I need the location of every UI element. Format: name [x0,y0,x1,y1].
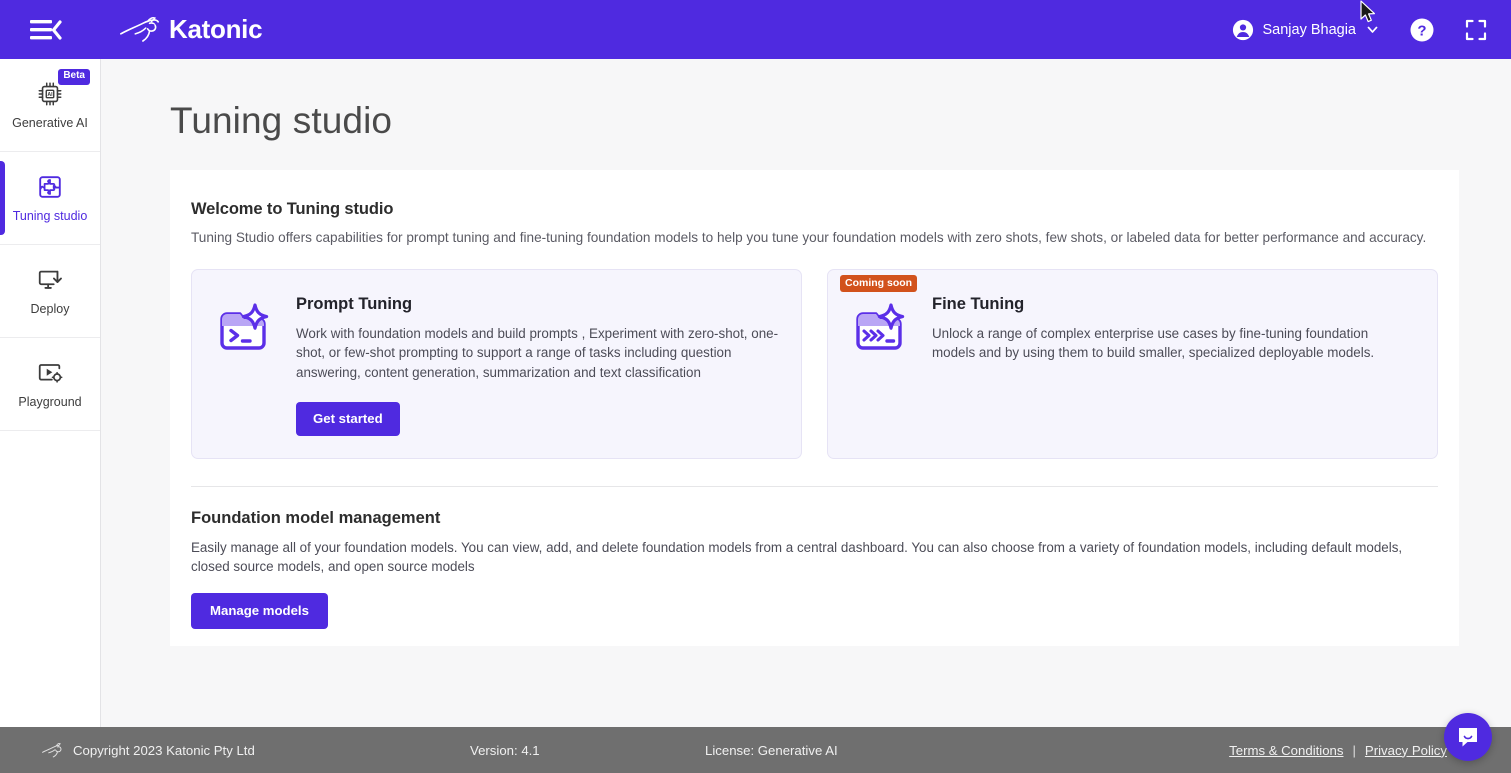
chevron-down-icon [1367,26,1378,33]
body-row: Beta AI Generative AI Tuning studio Depl… [0,59,1511,727]
sidebar-item-label: Generative AI [12,116,88,131]
kangaroo-logo-icon [42,743,62,758]
card-title: Prompt Tuning [296,294,413,313]
card-text: Unlock a range of complex enterprise use… [932,325,1375,361]
footer-license: License: Generative AI [705,742,838,758]
terminal-chevrons-sparkle-icon [856,303,905,350]
sidebar-item-label: Playground [18,395,82,410]
main-content: Tuning studio Welcome to Tuning studio T… [101,59,1511,727]
section-divider [191,485,1438,487]
footer-copyright-group: Copyright 2023 Katonic Pty Ltd [0,742,470,758]
sidebar-item-generative-ai[interactable]: Beta AI Generative AI [0,59,100,152]
sidebar-item-label: Deploy [30,302,70,317]
footer-version: Version: 4.1 [470,742,540,758]
user-menu[interactable]: Sanjay Bhagia [1232,19,1379,41]
brand-logo[interactable]: Katonic [118,14,263,45]
help-circle-icon: ? [1410,18,1434,41]
chat-launcher-button[interactable] [1444,713,1492,761]
app-footer: Copyright 2023 Katonic Pty Ltd Version: … [0,727,1511,773]
avatar-icon [1233,19,1254,40]
card-text: Work with foundation models and build pr… [296,325,779,381]
user-name-label: Sanjay Bhagia [1262,21,1356,38]
beta-badge: Beta [58,69,90,85]
manage-models-button[interactable]: Manage models [191,593,328,630]
card-body: Fine Tuning Unlock a range of complex en… [932,295,1415,436]
svg-text:?: ? [1417,22,1426,39]
svg-text:AI: AI [47,92,53,98]
fullscreen-button[interactable] [1465,19,1487,41]
terms-link[interactable]: Terms & Conditions [1229,743,1343,758]
content-panel: Welcome to Tuning studio Tuning Studio o… [170,169,1459,646]
page-title: Tuning studio [170,100,393,141]
sidebar-item-label: Tuning studio [12,209,88,224]
card-fine-tuning[interactable]: Coming soon Fine Tuning Unlock a range o… [827,268,1438,459]
sidebar-collapse-icon[interactable] [30,17,64,43]
brand-name: Katonic [169,14,263,44]
sidebar-item-playground[interactable]: Playground [0,338,100,431]
help-button[interactable]: ? [1409,17,1435,43]
monitor-download-icon [38,270,62,290]
get-started-button[interactable]: Get started [296,401,400,436]
terminal-sparkle-icon [220,303,269,350]
section-title: Foundation model management [191,508,441,527]
card-icon-wrap [214,295,276,436]
coming-soon-badge: Coming soon [840,274,918,293]
feature-cards: Prompt Tuning Work with foundation model… [191,268,1438,459]
sidebar: Beta AI Generative AI Tuning studio Depl… [0,59,101,727]
sidebar-item-tuning-studio[interactable]: Tuning studio [0,152,100,245]
card-prompt-tuning[interactable]: Prompt Tuning Work with foundation model… [191,268,802,459]
card-body: Prompt Tuning Work with foundation model… [296,295,779,436]
fullscreen-icon [1465,19,1487,40]
welcome-title: Welcome to Tuning studio [191,199,394,218]
card-icon-wrap [850,295,912,436]
sidebar-item-deploy[interactable]: Deploy [0,245,100,338]
welcome-subtitle: Tuning Studio offers capabilities for pr… [191,229,1427,245]
foundation-model-section: Foundation model management Easily manag… [191,509,1438,630]
section-text: Easily manage all of your foundation mod… [191,539,1403,575]
chat-bubble-icon [1459,728,1477,747]
privacy-link[interactable]: Privacy Policy [1365,743,1447,758]
footer-copyright: Copyright 2023 Katonic Pty Ltd [73,742,255,758]
footer-link-separator: | [1352,742,1356,758]
puzzle-icon [39,176,61,198]
card-title: Fine Tuning [932,294,1025,313]
app-root: Katonic Sanjay Bhagia ? Beta AI Generati… [0,0,1511,773]
app-header: Katonic Sanjay Bhagia ? [0,0,1511,59]
panel-inner: Welcome to Tuning studio Tuning Studio o… [191,200,1438,630]
video-settings-icon [38,364,63,383]
kangaroo-logo-icon [120,16,159,42]
